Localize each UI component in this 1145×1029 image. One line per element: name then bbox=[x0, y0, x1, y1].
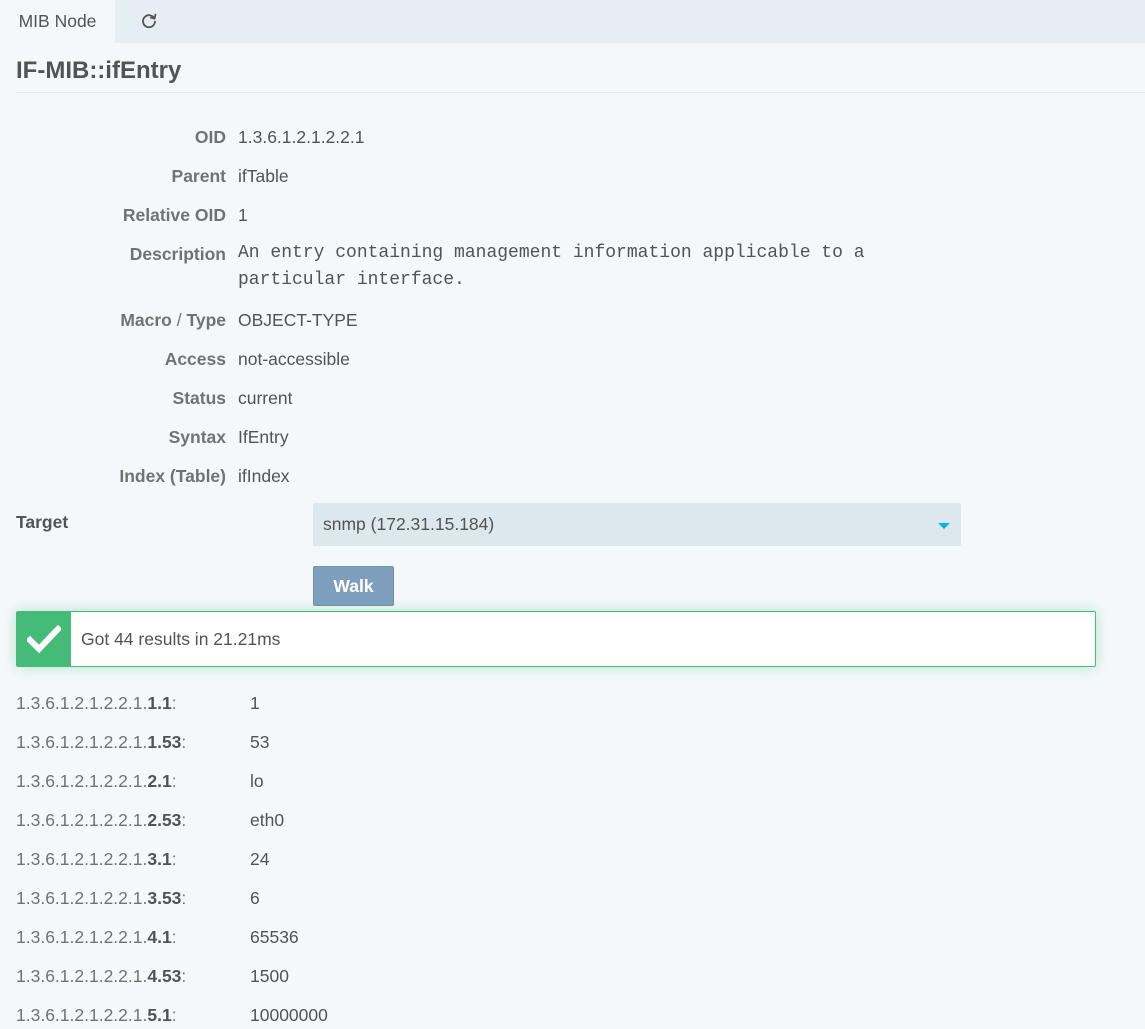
result-oid-prefix: 1.3.6.1.2.1.2.2.1. bbox=[16, 771, 148, 791]
result-oid-colon: : bbox=[171, 849, 177, 869]
result-oid-colon: : bbox=[171, 1005, 177, 1025]
walk-button[interactable]: Walk bbox=[313, 566, 394, 606]
parent-value: ifTable bbox=[238, 166, 289, 186]
result-oid: 1.3.6.1.2.1.2.2.1.2.53: bbox=[16, 810, 186, 831]
result-oid: 1.3.6.1.2.1.2.2.1.3.53: bbox=[16, 888, 186, 909]
result-oid-suffix: 5.1 bbox=[147, 1005, 172, 1025]
result-oid-colon: : bbox=[181, 732, 187, 752]
result-oid-colon: : bbox=[181, 888, 187, 908]
result-oid-suffix: 1.1 bbox=[147, 693, 172, 713]
oid-label: OID bbox=[194, 127, 226, 147]
result-value: 6 bbox=[250, 888, 260, 908]
macro-type-separator: / bbox=[171, 310, 187, 330]
tab-bar: MIB Node bbox=[0, 0, 1145, 43]
result-row: 1.3.6.1.2.1.2.2.1.2.1: lo bbox=[16, 771, 1116, 795]
result-value: 24 bbox=[250, 849, 270, 869]
checkmark-icon bbox=[17, 612, 71, 666]
result-value: eth0 bbox=[250, 810, 285, 830]
syntax-label: Syntax bbox=[168, 427, 226, 447]
result-row: 1.3.6.1.2.1.2.2.1.3.1: 24 bbox=[16, 849, 1116, 873]
target-select-value: snmp (172.31.15.184) bbox=[323, 514, 495, 534]
result-oid-prefix: 1.3.6.1.2.1.2.2.1. bbox=[16, 849, 148, 869]
status-label: Status bbox=[172, 388, 226, 408]
parent-label: Parent bbox=[171, 166, 226, 186]
tab-mib-node[interactable]: MIB Node bbox=[0, 0, 115, 43]
type-label: Type bbox=[186, 310, 226, 330]
result-oid-prefix: 1.3.6.1.2.1.2.2.1. bbox=[16, 927, 148, 947]
result-oid-colon: : bbox=[171, 693, 177, 713]
result-oid-suffix: 4.53 bbox=[147, 966, 182, 986]
access-label: Access bbox=[164, 349, 226, 369]
result-oid-prefix: 1.3.6.1.2.1.2.2.1. bbox=[16, 1005, 148, 1025]
result-row: 1.3.6.1.2.1.2.2.1.2.53: eth0 bbox=[16, 810, 1116, 834]
result-value: 65536 bbox=[250, 927, 299, 947]
result-value: lo bbox=[250, 771, 264, 791]
alert-message: Got 44 results in 21.21ms bbox=[81, 629, 281, 649]
result-oid-suffix: 2.53 bbox=[147, 810, 182, 830]
caret-down-icon bbox=[938, 523, 950, 529]
result-oid-prefix: 1.3.6.1.2.1.2.2.1. bbox=[16, 732, 148, 752]
result-row: 1.3.6.1.2.1.2.2.1.4.53: 1500 bbox=[16, 966, 1116, 990]
result-oid: 1.3.6.1.2.1.2.2.1.1.1: bbox=[16, 693, 177, 714]
result-oid-colon: : bbox=[171, 771, 177, 791]
relative-oid-value: 1 bbox=[238, 205, 248, 225]
result-oid: 1.3.6.1.2.1.2.2.1.2.1: bbox=[16, 771, 177, 792]
result-value: 1500 bbox=[250, 966, 289, 986]
result-oid: 1.3.6.1.2.1.2.2.1.4.53: bbox=[16, 966, 186, 987]
result-oid-prefix: 1.3.6.1.2.1.2.2.1. bbox=[16, 810, 148, 830]
result-row: 1.3.6.1.2.1.2.2.1.3.53: 6 bbox=[16, 888, 1116, 912]
result-oid-colon: : bbox=[171, 927, 177, 947]
result-oid-suffix: 4.1 bbox=[147, 927, 172, 947]
macro-type-value: OBJECT-TYPE bbox=[238, 310, 358, 330]
target-label: Target bbox=[16, 512, 69, 532]
result-oid-suffix: 3.1 bbox=[147, 849, 172, 869]
relative-oid-label: Relative OID bbox=[122, 205, 226, 225]
index-value: ifIndex bbox=[238, 466, 290, 486]
access-value: not-accessible bbox=[238, 349, 350, 369]
result-row: 1.3.6.1.2.1.2.2.1.1.1: 1 bbox=[16, 693, 1116, 717]
result-oid: 1.3.6.1.2.1.2.2.1.3.1: bbox=[16, 849, 177, 870]
macro-type-label: Macro / Type bbox=[6, 310, 226, 331]
success-alert: Got 44 results in 21.21ms bbox=[16, 611, 1096, 667]
result-oid-colon: : bbox=[181, 966, 187, 986]
index-label: Index (Table) bbox=[119, 466, 226, 486]
result-oid: 1.3.6.1.2.1.2.2.1.4.1: bbox=[16, 927, 177, 948]
result-value: 10000000 bbox=[250, 1005, 328, 1025]
result-oid: 1.3.6.1.2.1.2.2.1.1.53: bbox=[16, 732, 186, 753]
result-value: 1 bbox=[250, 693, 260, 713]
result-row: 1.3.6.1.2.1.2.2.1.1.53: 53 bbox=[16, 732, 1116, 756]
refresh-icon[interactable] bbox=[138, 10, 160, 32]
oid-value: 1.3.6.1.2.1.2.2.1 bbox=[238, 127, 365, 147]
result-oid-colon: : bbox=[181, 810, 187, 830]
result-oid-suffix: 2.1 bbox=[147, 771, 172, 791]
result-oid-prefix: 1.3.6.1.2.1.2.2.1. bbox=[16, 966, 148, 986]
syntax-value: IfEntry bbox=[238, 427, 289, 447]
result-oid-prefix: 1.3.6.1.2.1.2.2.1. bbox=[16, 693, 148, 713]
result-row: 1.3.6.1.2.1.2.2.1.4.1: 65536 bbox=[16, 927, 1116, 951]
description-label: Description bbox=[129, 244, 226, 264]
page-title: IF-MIB::ifEntry bbox=[16, 57, 182, 84]
macro-label: Macro bbox=[120, 310, 172, 330]
result-oid-prefix: 1.3.6.1.2.1.2.2.1. bbox=[16, 888, 148, 908]
result-row: 1.3.6.1.2.1.2.2.1.5.1: 10000000 bbox=[16, 1005, 1116, 1029]
result-oid-suffix: 1.53 bbox=[147, 732, 182, 752]
status-value: current bbox=[238, 388, 293, 408]
result-oid: 1.3.6.1.2.1.2.2.1.5.1: bbox=[16, 1005, 177, 1026]
description-value: An entry containing management informati… bbox=[238, 243, 865, 290]
result-value: 53 bbox=[250, 732, 270, 752]
title-divider bbox=[16, 92, 1145, 93]
result-oid-suffix: 3.53 bbox=[147, 888, 182, 908]
target-select[interactable]: snmp (172.31.15.184) bbox=[313, 503, 961, 546]
